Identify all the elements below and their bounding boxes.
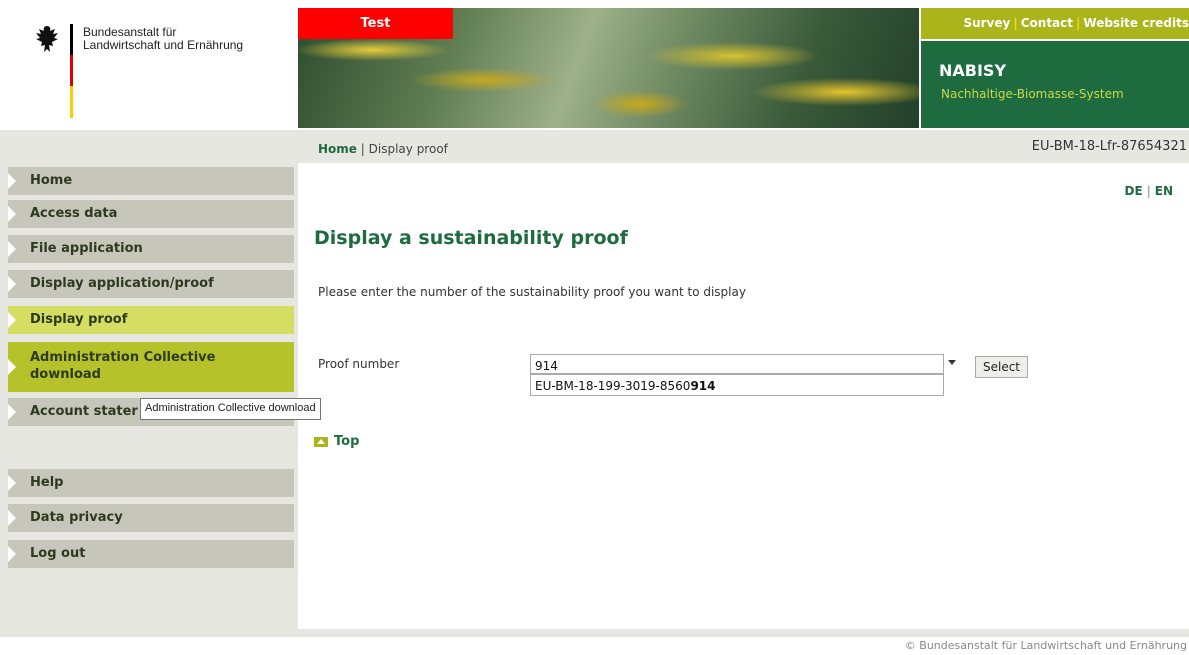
language-de-link[interactable]: DE: [1125, 184, 1143, 198]
sidebar-item-data-privacy[interactable]: Data privacy: [8, 504, 294, 532]
breadcrumb-bar: [0, 130, 1189, 163]
account-id: EU-BM-18-Lfr-87654321: [1031, 139, 1187, 154]
arrow-up-icon: [314, 436, 328, 447]
sidebar-item-label: Log out: [30, 546, 86, 561]
sidebar-item-file-application[interactable]: File application: [8, 235, 294, 263]
language-en-link[interactable]: EN: [1155, 184, 1173, 198]
system-subtitle: Nachhaltige-Biomasse-System: [941, 87, 1124, 101]
tooltip: Administration Collective download: [140, 398, 321, 420]
breadcrumb-home-link[interactable]: Home: [318, 142, 357, 156]
sidebar-item-log-out[interactable]: Log out: [8, 540, 294, 568]
federal-eagle-icon: [36, 26, 58, 52]
sidebar-item-label: Display proof: [30, 312, 128, 327]
chevron-right-icon: [8, 359, 16, 375]
proof-number-label: Proof number: [318, 357, 400, 371]
instructions-text: Please enter the number of the sustainab…: [318, 285, 746, 299]
link-separator: |: [1076, 16, 1081, 30]
select-button[interactable]: Select: [975, 356, 1028, 378]
chevron-right-icon: [8, 404, 16, 420]
suggestion-prefix: EU-BM-18-199-3019-8560: [535, 379, 691, 393]
german-flag-bar: [70, 24, 73, 118]
sidebar-item-label: Account stater: [30, 404, 138, 419]
sidebar-item-label: Administration Collective download: [30, 350, 216, 382]
breadcrumb: Home | Display proof: [318, 142, 448, 156]
sidebar-item-label: Access data: [30, 206, 118, 221]
language-switcher: DE | EN: [1125, 184, 1173, 198]
chevron-right-icon: [8, 475, 16, 491]
survey-link[interactable]: Survey: [963, 16, 1010, 30]
sidebar-item-access-data[interactable]: Access data: [8, 200, 294, 228]
test-environment-badge: Test: [298, 8, 453, 39]
chevron-down-icon[interactable]: [948, 360, 956, 365]
sidebar-item-label: Display application/proof: [30, 276, 214, 291]
chevron-right-icon: [8, 241, 16, 257]
autocomplete-suggestion[interactable]: EU-BM-18-199-3019-8560914: [530, 374, 944, 396]
agency-name: Bundesanstalt für Landwirtschaft und Ern…: [83, 26, 243, 52]
chevron-right-icon: [8, 276, 16, 292]
chevron-right-icon: [8, 312, 16, 328]
system-name: NABISY: [939, 61, 1007, 80]
agency-name-line2: Landwirtschaft und Ernährung: [83, 38, 244, 52]
footer-copyright: © Bundesanstalt für Landwirtschaft und E…: [904, 639, 1187, 652]
sidebar-item-label: Home: [30, 173, 73, 188]
breadcrumb-separator: |: [360, 142, 365, 156]
sidebar-item-label: Help: [30, 475, 64, 490]
sidebar: Home Access data File application Displa…: [0, 163, 298, 629]
contact-link[interactable]: Contact: [1021, 16, 1073, 30]
language-separator: |: [1146, 184, 1151, 198]
link-separator: |: [1013, 16, 1018, 30]
chevron-right-icon: [8, 546, 16, 562]
back-to-top-label: Top: [334, 434, 360, 449]
chevron-right-icon: [8, 206, 16, 222]
chevron-right-icon: [8, 173, 16, 189]
suggestion-match: 914: [690, 379, 716, 393]
agency-logo-area: [0, 0, 298, 130]
sidebar-item-display-application-proof[interactable]: Display application/proof: [8, 270, 294, 298]
page-title: Display a sustainability proof: [314, 227, 628, 249]
sidebar-item-help[interactable]: Help: [8, 469, 294, 497]
system-title-box: NABISY Nachhaltige-Biomasse-System: [921, 41, 1189, 128]
chevron-right-icon: [8, 510, 16, 526]
footer-bar: [0, 629, 1189, 637]
sidebar-item-label: File application: [30, 241, 143, 256]
top-links-bar: Survey | Contact | Website credits: [921, 8, 1189, 39]
back-to-top-link[interactable]: Top: [314, 434, 359, 449]
sidebar-item-label: Data privacy: [30, 510, 123, 525]
sidebar-item-display-proof[interactable]: Display proof: [8, 306, 294, 334]
proof-number-input[interactable]: [530, 354, 944, 374]
sidebar-item-home[interactable]: Home: [8, 167, 294, 195]
breadcrumb-current: Display proof: [368, 142, 448, 156]
sidebar-item-administration-collective-download[interactable]: Administration Collective download: [8, 342, 294, 392]
website-credits-link[interactable]: Website credits: [1083, 16, 1189, 30]
